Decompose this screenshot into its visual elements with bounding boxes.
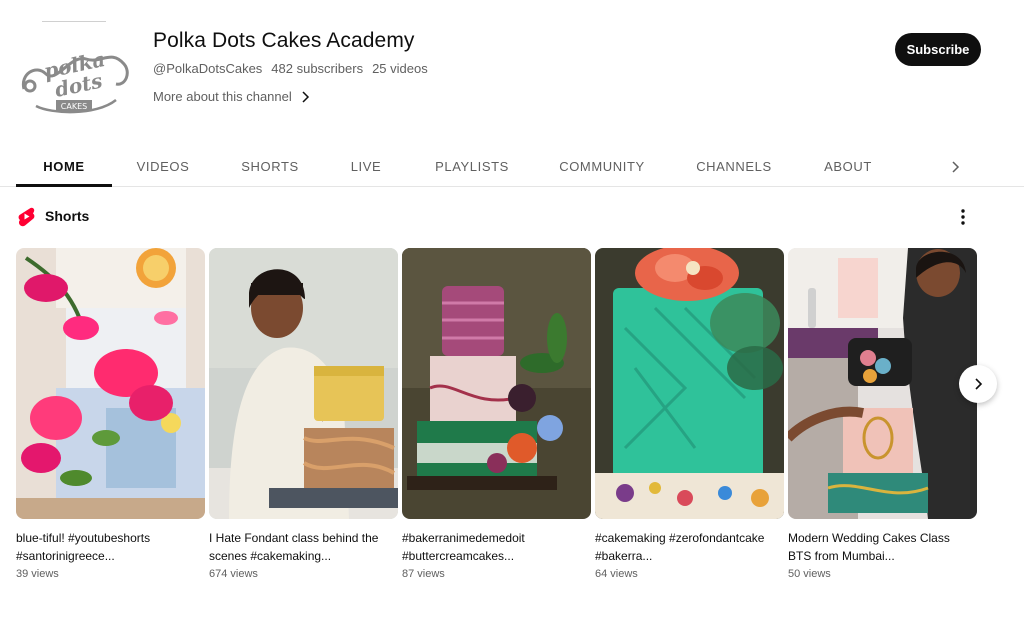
short-title[interactable]: #bakerranimedemedoit #buttercreamcakes..…	[402, 529, 577, 565]
chevron-right-icon	[952, 161, 960, 173]
tab-shorts[interactable]: SHORTS	[226, 146, 314, 186]
short-views: 64 views	[595, 568, 638, 580]
cake-thumbnail-image	[788, 248, 977, 519]
channel-name: Polka Dots Cakes Academy	[153, 29, 415, 52]
short-title[interactable]: #cakemaking #zerofondantcake #bakerra...	[595, 529, 770, 565]
subscriber-count: 482 subscribers	[271, 61, 364, 76]
shorts-section-header: Shorts	[16, 205, 976, 229]
tab-home[interactable]: HOME	[16, 146, 112, 187]
cake-thumbnail-image	[209, 248, 398, 519]
tab-channels[interactable]: CHANNELS	[680, 146, 788, 186]
short-title[interactable]: I Hate Fondant class behind the scenes #…	[209, 529, 384, 565]
tab-community[interactable]: COMMUNITY	[546, 146, 658, 186]
channel-header: polka dots CAKES Polka Dots Cakes Academ…	[0, 0, 1024, 140]
shorts-logo-icon	[18, 207, 35, 227]
short-views: 39 views	[16, 568, 59, 580]
tab-live[interactable]: LIVE	[336, 146, 396, 186]
channel-handle: @PolkaDotsCakes	[153, 61, 263, 76]
tab-about[interactable]: ABOUT	[810, 146, 886, 186]
channel-tabs: HOME VIDEOS SHORTS LIVE PLAYLISTS COMMUN…	[0, 146, 1024, 187]
shorts-section-title: Shorts	[45, 208, 90, 224]
cake-thumbnail-image	[16, 248, 205, 519]
cake-thumbnail-image	[402, 248, 591, 519]
chevron-right-icon	[975, 378, 983, 390]
section-menu-button[interactable]	[953, 205, 973, 229]
short-thumbnail[interactable]	[788, 248, 977, 519]
short-views: 674 views	[209, 568, 258, 580]
short-views: 87 views	[402, 568, 445, 580]
video-count: 25 videos	[372, 61, 428, 76]
short-views: 50 views	[788, 568, 831, 580]
short-thumbnail[interactable]	[402, 248, 591, 519]
short-card[interactable]: I Hate Fondant class behind the scenes #…	[209, 248, 398, 580]
shorts-next-button[interactable]	[959, 365, 997, 403]
more-about-label: More about this channel	[153, 89, 292, 104]
short-thumbnail[interactable]	[595, 248, 784, 519]
short-thumbnail[interactable]	[16, 248, 205, 519]
short-thumbnail[interactable]	[209, 248, 398, 519]
subscribe-button[interactable]: Subscribe	[895, 33, 981, 66]
short-card[interactable]: blue-tiful! #youtubeshorts #santorinigre…	[16, 248, 205, 580]
more-about-channel-link[interactable]: More about this channel	[153, 89, 312, 104]
short-card[interactable]: #cakemaking #zerofondantcake #bakerra...…	[595, 248, 784, 580]
chevron-right-icon	[302, 90, 309, 103]
more-vert-icon	[961, 209, 965, 225]
short-title[interactable]: blue-tiful! #youtubeshorts #santorinigre…	[16, 529, 191, 565]
short-card[interactable]: Modern Wedding Cakes Class BTS from Mumb…	[788, 248, 977, 580]
cake-thumbnail-image	[595, 248, 784, 519]
channel-avatar[interactable]: polka dots CAKES	[16, 34, 134, 118]
shorts-row: blue-tiful! #youtubeshorts #santorinigre…	[16, 248, 977, 588]
channel-meta: @PolkaDotsCakes 482 subscribers 25 video…	[153, 61, 428, 76]
tab-playlists[interactable]: PLAYLISTS	[420, 146, 524, 186]
polka-dots-logo-icon: polka dots CAKES	[21, 47, 129, 114]
tab-videos[interactable]: VIDEOS	[122, 146, 204, 186]
tabs-scroll-right-button[interactable]	[944, 156, 966, 178]
short-card[interactable]: #bakerranimedemedoit #buttercreamcakes..…	[402, 248, 591, 580]
short-title[interactable]: Modern Wedding Cakes Class BTS from Mumb…	[788, 529, 963, 565]
svg-text:CAKES: CAKES	[61, 102, 87, 111]
